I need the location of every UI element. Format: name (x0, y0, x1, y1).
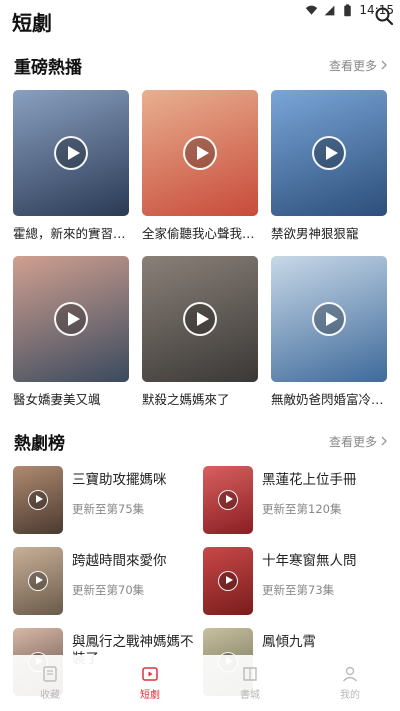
rank-thumbnail (13, 466, 63, 534)
drama-card[interactable]: 禁欲男神狠狠寵 (271, 90, 387, 242)
play-icon (54, 136, 88, 170)
play-icon (312, 302, 346, 336)
drama-card[interactable]: 霍總，新來的實習生又哭了 (13, 90, 129, 242)
drama-poster (271, 90, 387, 216)
search-icon[interactable] (374, 6, 394, 26)
play-icon (28, 490, 48, 510)
hot-see-more-label: 查看更多 (328, 58, 377, 73)
drama-card[interactable]: 全家偷聽我心聲我殺瘋了 (142, 90, 258, 242)
person-icon (342, 666, 358, 682)
drama-poster (142, 90, 258, 216)
rank-section-title: 熱劇榜 (14, 433, 65, 454)
book-icon (243, 667, 257, 681)
tab-label: 書城 (240, 690, 260, 701)
rank-thumbnail (203, 547, 253, 615)
drama-title: 全家偷聽我心聲我殺瘋了 (142, 226, 258, 241)
drama-card[interactable]: 無敵奶爸閃婚富冷總裁 (271, 256, 387, 408)
rank-item[interactable]: 黑蓮花上位手冊 更新至第120集 (203, 466, 393, 534)
drama-poster (13, 256, 129, 382)
play-box-icon (142, 667, 158, 681)
drama-poster (271, 256, 387, 382)
rank-section-header: 熱劇榜 查看更多 (14, 429, 388, 454)
chevron-right-icon (381, 436, 387, 446)
rank-title: 黑蓮花上位手冊 (262, 472, 357, 488)
chevron-right-icon (381, 60, 387, 70)
drama-poster (142, 256, 258, 382)
rank-title: 三寶助攻擺媽咪 (72, 472, 167, 488)
rank-title: 鳳傾九霄 (262, 634, 316, 650)
rank-item[interactable]: 三寶助攻擺媽咪 更新至第75集 (13, 466, 203, 534)
play-icon (54, 302, 88, 336)
tab-bookstore[interactable]: 書城 (200, 655, 300, 711)
hot-section-title: 重磅熱播 (14, 57, 82, 78)
drama-title: 默殺之媽媽來了 (142, 392, 230, 407)
rank-thumbnail (203, 466, 253, 534)
page-title: 短劇 (12, 10, 52, 35)
tab-label: 短劇 (140, 690, 160, 701)
play-icon (312, 136, 346, 170)
rank-title: 十年寒窗無人問 (262, 553, 357, 569)
tab-favorites[interactable]: 收藏 (0, 655, 100, 711)
bottom-tab-bar: 收藏 短劇 書城 我的 (0, 655, 400, 711)
drama-card[interactable]: 醫女嬌妻美又颯 (13, 256, 129, 408)
hot-section-header: 重磅熱播 查看更多 (14, 53, 388, 78)
drama-title: 霍總，新來的實習生又哭了 (13, 226, 129, 241)
app-header: 短劇 (12, 6, 388, 36)
rank-episodes: 更新至第70集 (72, 583, 145, 597)
drama-title: 禁欲男神狠狠寵 (271, 226, 359, 241)
rank-see-more-label: 查看更多 (328, 434, 377, 449)
tab-label: 收藏 (40, 690, 60, 701)
rank-episodes: 更新至第73集 (262, 583, 335, 597)
tab-short-drama[interactable]: 短劇 (100, 655, 200, 711)
drama-poster (13, 90, 129, 216)
drama-title: 醫女嬌妻美又颯 (13, 392, 101, 407)
play-icon (183, 136, 217, 170)
rank-see-more-link[interactable]: 查看更多 (329, 433, 388, 450)
play-icon (218, 571, 238, 591)
rank-thumbnail (13, 547, 63, 615)
rank-item[interactable]: 十年寒窗無人問 更新至第73集 (203, 547, 393, 615)
rank-episodes: 更新至第120集 (262, 502, 342, 516)
play-icon (28, 571, 48, 591)
drama-title: 無敵奶爸閃婚富冷總裁 (271, 392, 387, 407)
tab-label: 我的 (340, 690, 360, 701)
rank-episodes: 更新至第75集 (72, 502, 145, 516)
rank-item[interactable]: 跨越時間來愛你 更新至第70集 (13, 547, 203, 615)
bookmark-icon (43, 666, 57, 682)
tab-profile[interactable]: 我的 (300, 655, 400, 711)
play-icon (183, 302, 217, 336)
drama-card[interactable]: 默殺之媽媽來了 (142, 256, 258, 408)
play-icon (218, 490, 238, 510)
hot-see-more-link[interactable]: 查看更多 (329, 57, 388, 74)
hot-grid: 霍總，新來的實習生又哭了 全家偷聽我心聲我殺瘋了 禁欲男神狠狠寵 醫女嬌妻美又颯… (13, 90, 387, 408)
rank-title: 跨越時間來愛你 (72, 553, 167, 569)
